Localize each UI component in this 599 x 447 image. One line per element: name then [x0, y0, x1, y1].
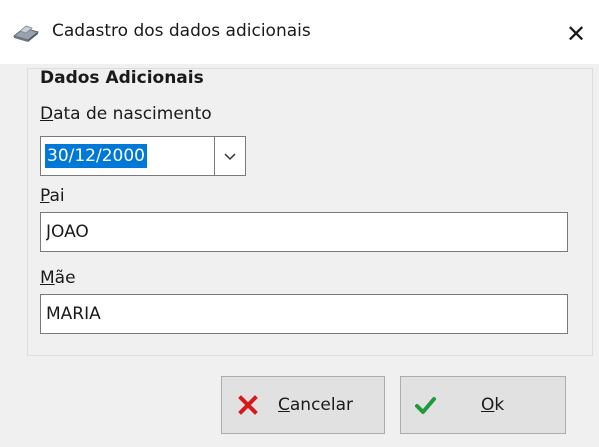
ok-label-accel: O [481, 395, 495, 415]
birthdate-picker[interactable]: 30/12/2000 [40, 136, 246, 176]
mother-field[interactable] [40, 294, 568, 334]
father-label-rest: ai [49, 186, 65, 206]
father-label-accel: P [40, 186, 50, 206]
close-icon: ✕ [565, 20, 587, 48]
close-icon [236, 393, 260, 417]
cancel-button-label: Cancelar [278, 395, 353, 415]
dialog-window: Cadastro dos dados adicionais ✕ Dados Ad… [0, 0, 599, 447]
father-field[interactable] [40, 212, 568, 252]
father-label: Pai [40, 186, 65, 206]
ok-label-rest: k [494, 395, 505, 415]
birthdate-label: Data de nascimento [40, 104, 212, 124]
ok-button[interactable]: Ok [400, 376, 566, 434]
title-bar[interactable]: Cadastro dos dados adicionais ✕ [0, 0, 599, 64]
app-icon [12, 22, 40, 44]
cancel-label-rest: ancelar [289, 395, 354, 415]
check-icon [413, 393, 437, 417]
birthdate-value[interactable]: 30/12/2000 [45, 144, 147, 168]
close-button[interactable]: ✕ [553, 12, 599, 56]
mother-label-accel: M [40, 268, 55, 288]
cancel-button[interactable]: Cancelar [221, 376, 385, 434]
chevron-down-icon [223, 147, 237, 166]
birthdate-label-accel: D [40, 104, 54, 124]
ok-button-label: Ok [481, 395, 504, 415]
cancel-label-accel: C [278, 395, 290, 415]
window-title: Cadastro dos dados adicionais [52, 21, 311, 41]
birthdate-label-rest: ata de nascimento [53, 104, 212, 124]
birthdate-dropdown-button[interactable] [214, 137, 245, 175]
group-title: Dados Adicionais [40, 68, 204, 88]
mother-label-rest: ãe [54, 268, 76, 288]
mother-label: Mãe [40, 268, 76, 288]
